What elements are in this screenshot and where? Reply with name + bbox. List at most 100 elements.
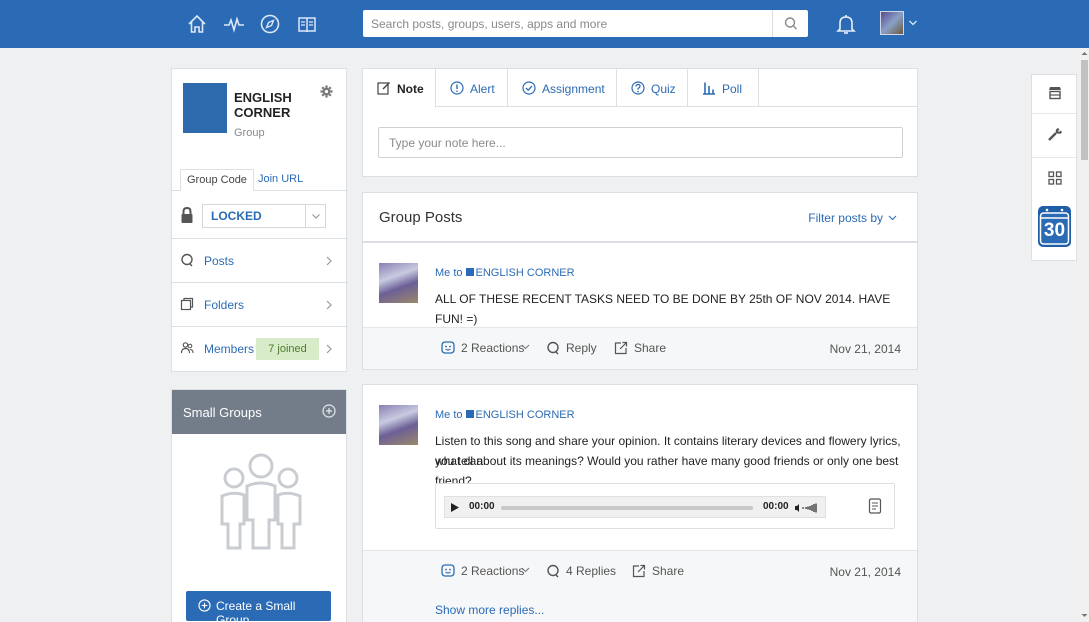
share-button[interactable]: Share	[634, 341, 666, 355]
show-more-replies-link[interactable]: Show more replies...	[435, 603, 544, 617]
rail-divider	[1032, 157, 1076, 158]
scroll-thumb[interactable]	[1081, 60, 1088, 160]
activity-icon[interactable]	[223, 13, 245, 35]
menu-item-label: Folders	[204, 298, 245, 312]
play-icon[interactable]	[451, 503, 459, 512]
post-to-word: to	[453, 409, 463, 421]
audio-current-time: 00:00	[469, 501, 495, 512]
document-icon[interactable]	[868, 498, 882, 514]
smile-icon[interactable]	[441, 341, 455, 355]
post-date: Nov 21, 2014	[829, 565, 901, 579]
create-small-group-label: Create a Small Group	[216, 599, 296, 622]
library-icon[interactable]	[296, 13, 318, 35]
members-icon	[180, 341, 194, 355]
post-author-avatar[interactable]	[379, 405, 418, 445]
share-icon[interactable]	[632, 564, 646, 578]
store-icon[interactable]	[1047, 85, 1063, 101]
volume-icon[interactable]	[795, 502, 821, 514]
add-circle-icon[interactable]	[322, 404, 336, 418]
right-rail: 30	[1031, 74, 1077, 261]
search-input[interactable]	[363, 10, 772, 37]
post-author-avatar[interactable]	[379, 263, 418, 303]
reactions-button[interactable]: 2 Reactions	[461, 341, 524, 355]
post-author: Me	[435, 409, 451, 421]
small-groups-header: Small Groups	[172, 390, 346, 434]
group-square-icon	[465, 410, 474, 418]
menu-item-posts[interactable]: Posts	[172, 239, 348, 283]
smile-icon[interactable]	[441, 564, 455, 578]
tab-join-url[interactable]: Join URL	[258, 169, 303, 191]
comment-icon	[180, 253, 194, 267]
chevron-down-icon[interactable]	[521, 342, 530, 351]
lock-status-value: LOCKED	[211, 209, 262, 223]
chevron-down-icon[interactable]	[908, 18, 918, 28]
create-small-group-button[interactable]: Create a Small Group	[186, 591, 331, 622]
post-recipient[interactable]: Me to ENGLISH CORNER	[435, 267, 575, 279]
post-group-name: ENGLISH CORNER	[475, 267, 575, 279]
tab-label: Alert	[470, 82, 495, 96]
chevron-down-icon	[305, 205, 325, 227]
group-posts-header: Group Posts Filter posts by	[362, 192, 918, 242]
user-avatar[interactable]	[880, 11, 904, 35]
composer-tabs: Note Alert Assignment Quiz Poll	[363, 69, 917, 108]
search-button[interactable]	[772, 10, 808, 37]
post-footer: 2 Reactions Reply Share Nov 21, 2014	[363, 327, 917, 369]
post-recipient[interactable]: Me to ENGLISH CORNER	[435, 409, 575, 421]
group-name: ENGLISH CORNER	[234, 90, 292, 120]
people-group-icon	[217, 452, 305, 552]
show-more-replies-row: Show more replies...	[362, 591, 918, 622]
top-bar	[0, 0, 1089, 48]
post-to-word: to	[453, 267, 463, 279]
calendar-icon[interactable]: 30	[1037, 205, 1072, 248]
tab-poll[interactable]: Poll	[688, 69, 759, 107]
discover-icon[interactable]	[259, 13, 281, 35]
home-icon[interactable]	[186, 13, 208, 35]
menu-item-label: Members	[204, 342, 255, 356]
tab-note[interactable]: Note	[363, 69, 436, 108]
note-input[interactable]	[378, 127, 903, 158]
chevron-right-icon	[325, 343, 333, 355]
scroll-up-arrow-icon[interactable]	[1081, 50, 1088, 57]
tab-label: Note	[397, 82, 424, 96]
share-button[interactable]: Share	[652, 564, 684, 578]
group-card: ENGLISH CORNER Group Group Code Join URL…	[171, 68, 348, 372]
audio-seek-bar[interactable]	[501, 506, 753, 510]
tab-group-code[interactable]: Group Code	[180, 169, 254, 191]
bar-chart-icon	[702, 81, 716, 95]
audio-duration: 00:00	[763, 501, 789, 512]
reply-icon[interactable]	[546, 341, 560, 355]
reply-icon[interactable]	[546, 564, 560, 578]
chevron-down-icon[interactable]	[888, 213, 897, 222]
post-group-name: ENGLISH CORNER	[475, 409, 575, 421]
group-code-tabs: Group Code Join URL	[172, 169, 348, 191]
lock-icon	[180, 206, 194, 224]
filter-posts-dropdown[interactable]: Filter posts by	[808, 211, 883, 225]
page-scrollbar[interactable]	[1080, 48, 1089, 622]
calendar-day: 30	[1043, 220, 1066, 241]
gear-icon[interactable]	[320, 85, 333, 98]
chevron-down-icon[interactable]	[521, 565, 530, 574]
menu-item-members[interactable]: Members 7 joined	[172, 327, 348, 371]
folder-icon	[180, 297, 194, 311]
tab-label: Quiz	[651, 82, 676, 96]
small-groups-card: Small Groups Create a Small Group	[171, 389, 347, 622]
bell-icon[interactable]	[835, 12, 857, 36]
lock-status-select[interactable]: LOCKED	[202, 204, 326, 228]
search-icon	[784, 17, 797, 30]
wrench-icon[interactable]	[1047, 126, 1063, 142]
scroll-down-arrow-icon[interactable]	[1081, 612, 1088, 619]
reply-button[interactable]: Reply	[566, 341, 597, 355]
audio-player: 00:00 00:00	[444, 496, 826, 518]
menu-item-folders[interactable]: Folders	[172, 283, 348, 327]
apps-grid-icon[interactable]	[1047, 170, 1063, 186]
tab-label: Poll	[722, 82, 743, 96]
replies-button[interactable]: 4 Replies	[566, 564, 616, 578]
group-logo	[183, 83, 227, 133]
tab-alert[interactable]: Alert	[436, 69, 508, 107]
tab-quiz[interactable]: Quiz	[617, 69, 688, 107]
tab-assignment[interactable]: Assignment	[508, 69, 617, 107]
reactions-button[interactable]: 2 Reactions	[461, 564, 524, 578]
share-icon[interactable]	[614, 341, 628, 355]
post-composer: Note Alert Assignment Quiz Poll	[362, 68, 918, 177]
lock-row: LOCKED	[172, 191, 348, 239]
